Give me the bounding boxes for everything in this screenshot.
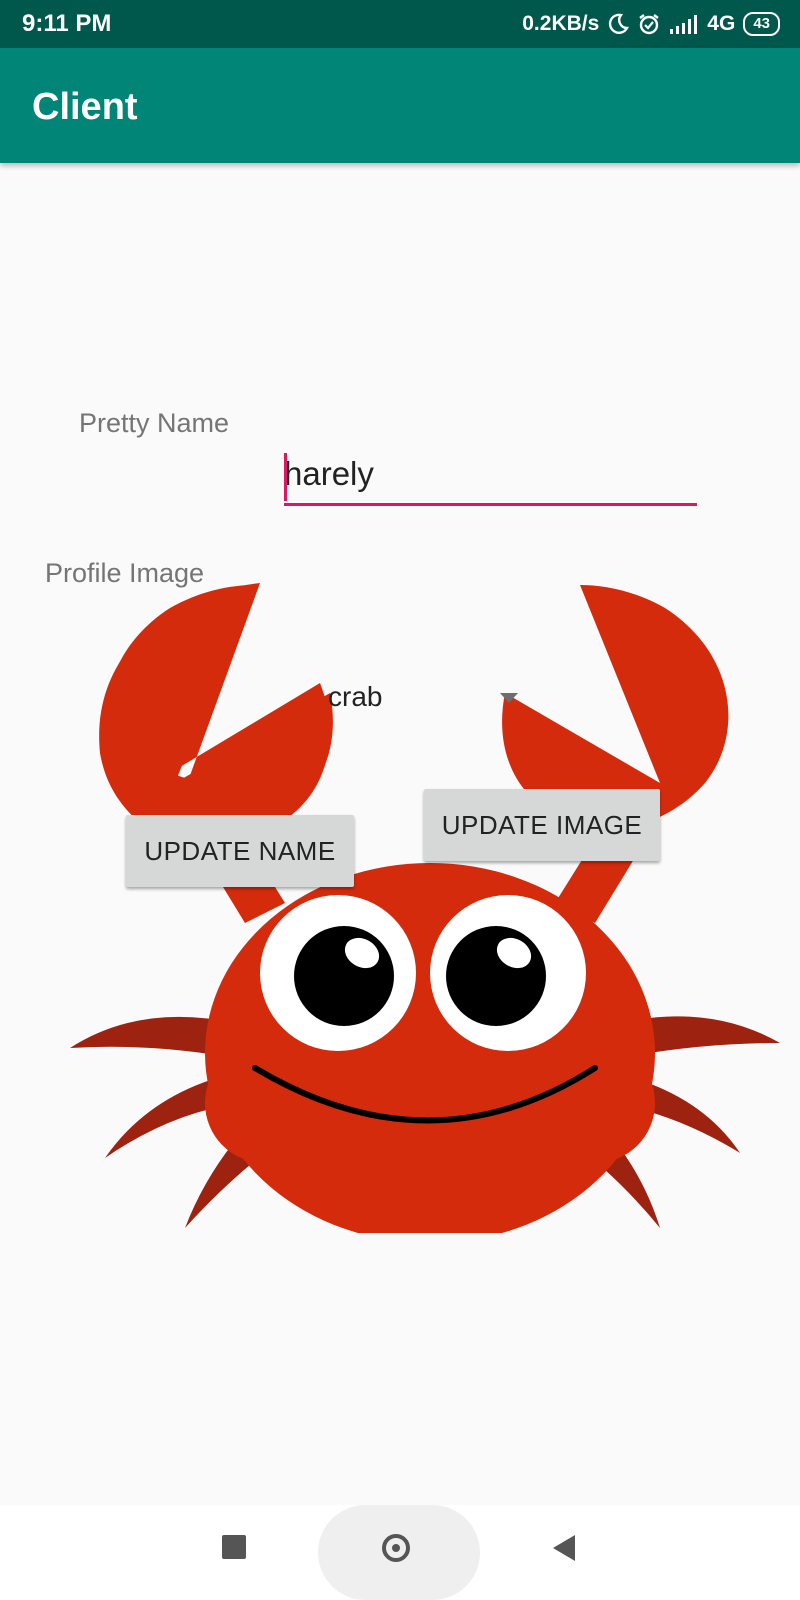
battery-icon: 43: [743, 12, 780, 36]
status-time: 9:11 PM: [22, 10, 112, 37]
status-indicators: 0.2KB/s 4G 43: [522, 9, 780, 39]
moon-icon: [609, 13, 630, 34]
update-image-button[interactable]: UPDATE IMAGE: [424, 789, 660, 861]
alarm-icon: [639, 14, 660, 35]
network-speed: 0.2KB/s: [522, 12, 600, 35]
spinner-selected-value: crab: [328, 681, 383, 712]
status-bar: 9:11 PM 0.2KB/s 4G 43: [0, 0, 800, 48]
profile-image-spinner[interactable]: crab: [318, 673, 528, 723]
update-name-button[interactable]: UPDATE NAME: [126, 815, 354, 887]
navigation-bar: [0, 1505, 800, 1600]
update-name-label: UPDATE NAME: [144, 835, 336, 866]
app-bar: Client: [0, 48, 800, 163]
pretty-name-input[interactable]: harely: [284, 453, 697, 506]
pretty-name-value: harely: [284, 455, 374, 492]
text-caret: [284, 453, 287, 501]
recents-icon[interactable]: [222, 1535, 246, 1559]
home-icon[interactable]: [382, 1534, 410, 1562]
app-title: Client: [32, 86, 138, 128]
pretty-name-label: Pretty Name: [79, 408, 230, 438]
signal-icon: [670, 15, 698, 34]
main-content: Pretty Name harely Profile Image crab UP…: [0, 163, 800, 1505]
back-icon[interactable]: [553, 1535, 575, 1561]
profile-image-label: Profile Image: [45, 558, 205, 588]
update-image-label: UPDATE IMAGE: [441, 809, 643, 840]
network-type: 4G: [707, 12, 736, 35]
dropdown-arrow-icon: [500, 693, 518, 703]
